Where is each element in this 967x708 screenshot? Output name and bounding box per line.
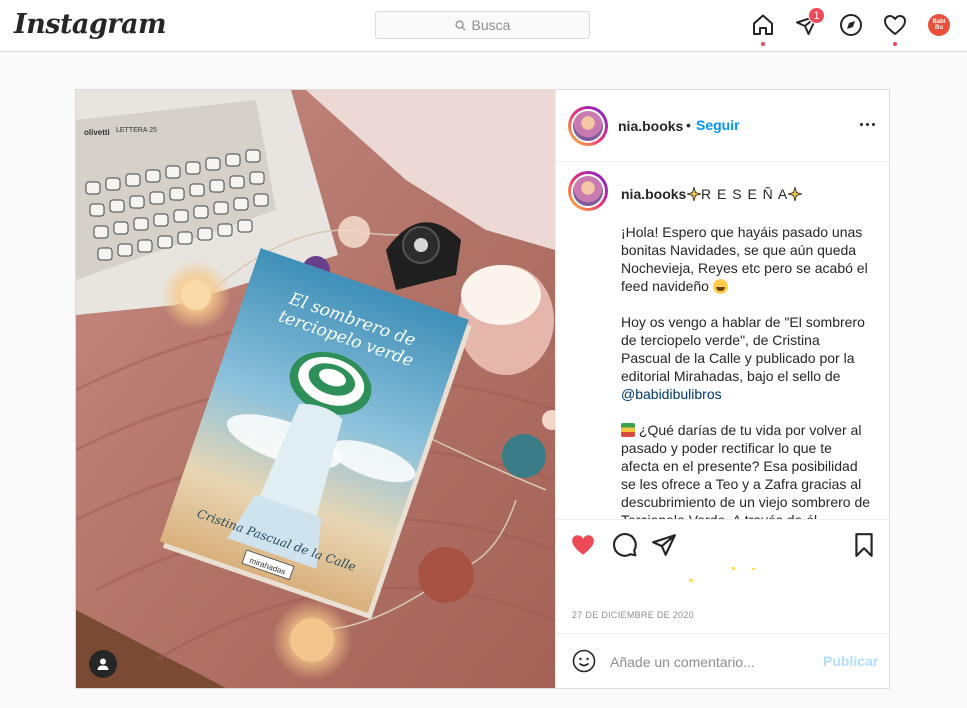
explore-icon — [840, 14, 862, 36]
avatar: Babi Bu — [928, 14, 950, 36]
more-icon-dot — [871, 122, 875, 126]
post-photo[interactable]: olivetti LETTERA 25 El sombrero de terci… — [76, 90, 555, 688]
comment-form: Publicar — [556, 633, 890, 688]
bookmark-icon — [855, 533, 873, 557]
comment-button[interactable] — [612, 532, 638, 558]
search-box[interactable]: Busca — [375, 11, 590, 39]
home-icon — [753, 14, 773, 35]
notification-badge: 1 — [808, 7, 825, 24]
home-indicator-dot — [761, 42, 765, 46]
instagram-logo[interactable]: Instagram — [14, 9, 167, 40]
typewriter-brand: olivetti — [84, 128, 110, 137]
caption-title-text: R E S E Ñ A — [701, 186, 789, 202]
caption-text: ¡Hola! Espero que hayáis pasado unas bon… — [621, 223, 871, 519]
explore-button[interactable] — [838, 12, 864, 38]
save-button[interactable] — [851, 532, 877, 558]
profile-button[interactable]: Babi Bu — [926, 12, 952, 38]
photo-scene: olivetti LETTERA 25 El sombrero de terci… — [76, 90, 555, 688]
like-button[interactable] — [570, 532, 596, 558]
post-actions — [556, 519, 890, 569]
more-icon — [859, 122, 863, 126]
post-card: olivetti LETTERA 25 El sombrero de terci… — [75, 89, 890, 689]
direct-button[interactable]: 1 — [794, 7, 825, 38]
comment-icon — [613, 533, 637, 557]
caption-author-avatar[interactable] — [568, 171, 608, 211]
share-button[interactable] — [651, 532, 677, 558]
caption-title: R E S E Ñ A — [687, 186, 803, 202]
caption-paragraph-text: Hoy os vengo a hablar de "El sombrero de… — [621, 314, 865, 384]
search-icon — [454, 19, 466, 31]
avatar — [571, 109, 605, 143]
publish-button[interactable]: Publicar — [823, 653, 878, 669]
heart-icon — [572, 535, 594, 555]
caption-author-username[interactable]: nia.books — [621, 186, 686, 202]
more-icon-dot — [865, 122, 869, 126]
mention-link[interactable]: @babidibulibros — [621, 386, 722, 402]
avatar — [571, 174, 605, 208]
caption-paragraph: ¿Qué darías de tu vida por volver al pas… — [621, 421, 871, 519]
follow-button[interactable]: Seguir — [696, 117, 740, 133]
caption-paragraph: ¡Hola! Espero que hayáis pasado unas bon… — [621, 223, 871, 295]
user-tag-icon — [97, 658, 109, 670]
sparkles-icon — [788, 187, 803, 201]
more-options-button[interactable] — [856, 116, 878, 132]
post-sidebar: nia.books • Seguir nia.books R E S E Ñ A… — [555, 90, 890, 688]
post-header: nia.books • Seguir — [556, 90, 890, 162]
activity-button[interactable] — [882, 12, 908, 46]
caption-paragraph-text: ¡Hola! Espero que hayáis pasado unas bon… — [621, 224, 868, 294]
post-author-username[interactable]: nia.books — [618, 118, 683, 134]
emoji-icon[interactable] — [572, 649, 596, 673]
share-icon — [652, 534, 676, 556]
home-button[interactable] — [750, 12, 776, 46]
grinning-face-icon — [712, 279, 728, 294]
user-tag-button[interactable] — [89, 650, 117, 678]
top-nav: Instagram Busca 1 Babi Bu — [0, 0, 967, 52]
caption-paragraph-text: ¿Qué darías de tu vida por volver al pas… — [621, 422, 871, 519]
like-sparkle-decoration — [689, 567, 755, 582]
caption-area[interactable]: nia.books R E S E Ñ A ¡Hola! Espero que … — [556, 163, 890, 519]
sparkles-icon — [687, 187, 701, 201]
activity-icon — [884, 15, 906, 35]
post-date[interactable]: 27 DE DICIEMBRE DE 2020 — [572, 610, 694, 620]
activity-indicator-dot — [893, 42, 897, 46]
separator: • — [686, 117, 691, 133]
post-author-avatar[interactable] — [568, 106, 608, 146]
typewriter-model: LETTERA 25 — [116, 127, 157, 134]
comment-input[interactable] — [610, 652, 810, 672]
search-placeholder: Busca — [471, 17, 511, 33]
books-icon — [621, 423, 635, 437]
caption-paragraph: Hoy os vengo a hablar de "El sombrero de… — [621, 313, 871, 403]
